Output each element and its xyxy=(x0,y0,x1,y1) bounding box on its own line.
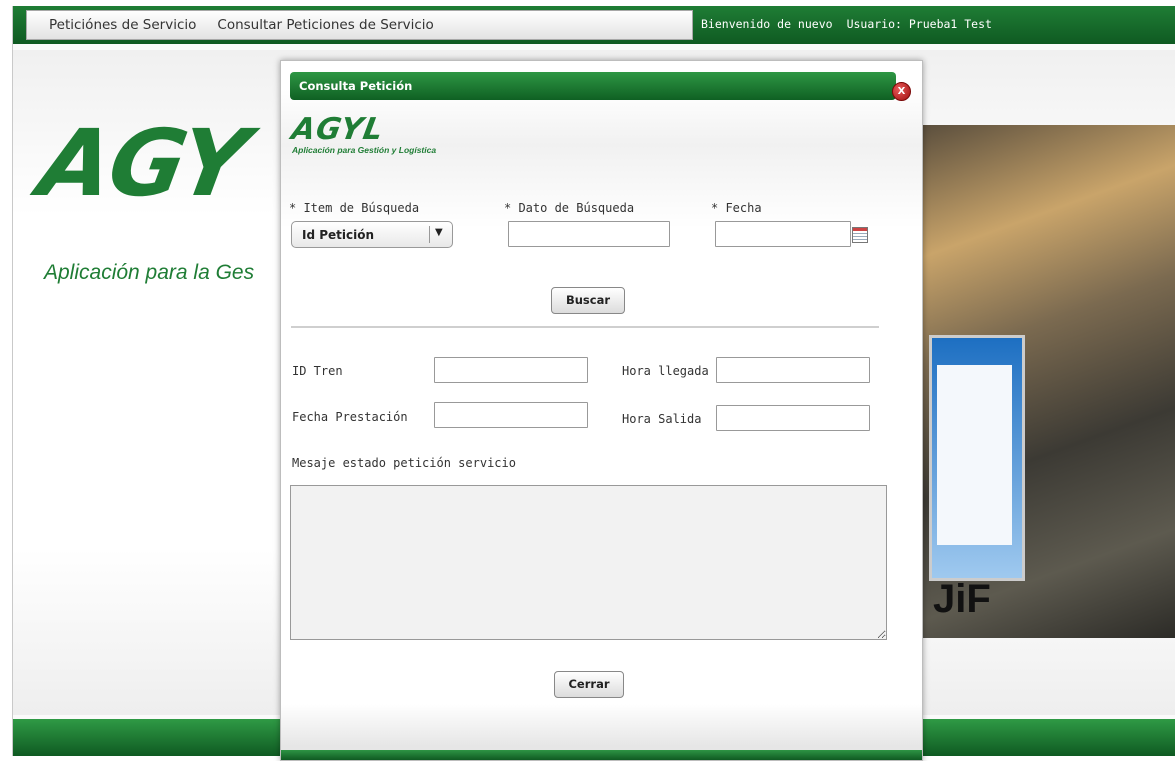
background-photo: JiF xyxy=(919,125,1175,638)
main-menu: Peticiónes de Servicio Consultar Peticio… xyxy=(26,10,693,40)
logo-text: AGYL xyxy=(289,112,387,147)
train-id-input[interactable] xyxy=(434,357,588,383)
departure-time-input[interactable] xyxy=(716,405,870,431)
service-date-input[interactable] xyxy=(434,402,588,428)
train-id-label: ID Tren xyxy=(292,364,343,378)
date-input[interactable] xyxy=(715,221,851,247)
search-data-label: * Dato de Búsqueda xyxy=(504,201,635,215)
arrival-time-label: Hora llegada xyxy=(622,364,709,378)
query-request-dialog: Consulta Petición X AGYL Aplicación para… xyxy=(280,60,923,761)
photo-logo-text: JiF xyxy=(933,577,991,621)
service-date-label: Fecha Prestación xyxy=(292,410,408,424)
search-button[interactable]: Buscar xyxy=(551,287,625,314)
calendar-icon[interactable] xyxy=(852,227,868,243)
user-label: Usuario: Prueba1 Test xyxy=(846,17,992,31)
photo-screen xyxy=(937,365,1012,545)
arrival-time-input[interactable] xyxy=(716,357,870,383)
section-divider xyxy=(291,326,879,328)
departure-time-label: Hora Salida xyxy=(622,412,702,426)
background-brand-logo: AGY xyxy=(31,110,255,217)
menu-item-query-requests[interactable]: Consultar Peticiones de Servicio xyxy=(205,17,442,33)
close-button[interactable]: Cerrar xyxy=(554,671,624,698)
user-info: Bienvenido de nuevo Usuario: Prueba1 Test xyxy=(701,17,992,31)
dialog-header: Consulta Petición xyxy=(290,72,896,100)
dialog-title: Consulta Petición xyxy=(299,79,413,93)
date-label: * Fecha xyxy=(711,201,762,215)
message-textarea[interactable] xyxy=(290,485,887,640)
search-data-input[interactable] xyxy=(508,221,670,247)
search-item-select[interactable]: Id Petición ▼ xyxy=(291,221,453,248)
message-label: Mesaje estado petición servicio xyxy=(292,456,516,470)
close-icon[interactable]: X xyxy=(892,82,911,101)
top-bar: Peticiónes de Servicio Consultar Peticio… xyxy=(13,6,1175,44)
welcome-text: Bienvenido de nuevo xyxy=(701,17,833,31)
select-separator xyxy=(429,226,430,243)
search-item-value: Id Petición xyxy=(302,228,375,242)
chevron-down-icon: ▼ xyxy=(435,227,443,238)
background-brand-subtitle: Aplicación para la Ges xyxy=(44,261,255,284)
search-item-label: * Item de Búsqueda xyxy=(289,201,420,215)
menu-item-service-requests[interactable]: Peticiónes de Servicio xyxy=(27,17,205,33)
dialog-logo: AGYL Aplicación para Gestión y Logística xyxy=(289,112,436,155)
